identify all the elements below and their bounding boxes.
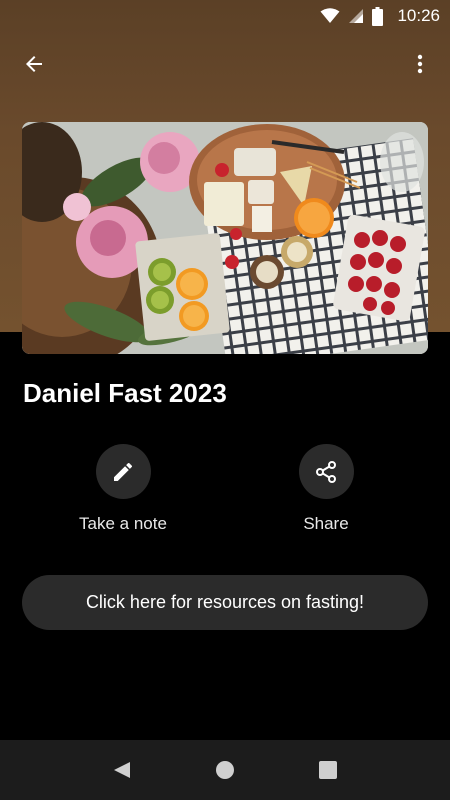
system-nav-bar <box>0 740 450 800</box>
app-bar <box>0 32 450 96</box>
nav-back-button[interactable] <box>98 746 146 794</box>
battery-icon <box>372 6 384 26</box>
status-bar: 10:26 <box>0 0 450 32</box>
signal-icon <box>349 9 364 23</box>
pencil-icon <box>114 462 133 481</box>
nav-recents-icon <box>319 761 338 779</box>
fasting-resources-button[interactable]: Click here for resources on fasting! <box>22 575 428 630</box>
share-label: Share <box>303 514 349 533</box>
more-vert-icon <box>417 54 423 74</box>
cover-image <box>22 122 428 354</box>
plan-title: Daniel Fast 2023 <box>23 378 227 408</box>
share-icon-circle[interactable] <box>298 444 354 499</box>
share-icon <box>316 460 336 483</box>
back-button[interactable] <box>12 42 56 86</box>
more-options-button[interactable] <box>398 42 442 86</box>
status-icons: 10:26 <box>320 6 440 26</box>
take-note-icon-circle[interactable] <box>95 444 151 499</box>
wifi-icon <box>320 8 340 23</box>
take-note-button[interactable]: Take a note <box>43 444 203 540</box>
status-time: 10:26 <box>397 6 440 25</box>
arrow-back-icon <box>26 56 42 72</box>
take-note-label: Take a note <box>79 514 167 533</box>
share-button[interactable]: Share <box>246 444 406 540</box>
nav-home-button[interactable] <box>201 746 249 794</box>
nav-home-icon <box>215 761 234 779</box>
nav-recents-button[interactable] <box>304 746 352 794</box>
nav-back-icon <box>113 762 130 778</box>
plan-cover-image <box>22 122 428 354</box>
